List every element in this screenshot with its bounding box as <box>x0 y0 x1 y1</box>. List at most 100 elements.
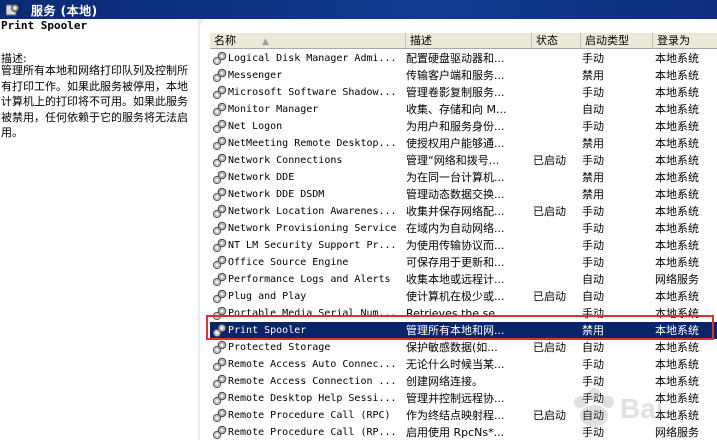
service-name-cell: Messenger <box>228 70 283 81</box>
service-description-cell: 在域内为自动网络... <box>406 222 505 235</box>
service-description-cell: 使授权用户能够通... <box>406 137 505 150</box>
service-status-cell <box>533 220 579 237</box>
service-status-cell: 已启动 <box>533 154 566 167</box>
service-name-cell: Microsoft Software Shadow... <box>228 87 397 98</box>
service-description-cell: 为使用传输协议而... <box>406 239 505 252</box>
table-row[interactable]: Logical Disk Manager Admi... 配置硬盘驱动器和... 手… <box>210 50 717 67</box>
service-description-cell: Retrieves the se... <box>406 307 506 320</box>
table-row[interactable]: Network Provisioning Service 在域内为自动网络... 手… <box>210 220 717 237</box>
table-row[interactable]: Network DDE DSDM 管理动态数据交换... 禁用 本地系统 <box>210 186 717 203</box>
service-name-cell: Performance Logs and Alerts <box>228 274 391 285</box>
service-status-cell <box>533 322 579 339</box>
service-logon-cell: 本地系统 <box>655 307 699 320</box>
service-gear-icon <box>212 102 227 117</box>
service-gear-icon <box>212 136 227 151</box>
svg-text:Bai: Bai <box>620 393 664 424</box>
table-row[interactable]: Network DDE 为在同一台计算机... 禁用 本地系统 <box>210 169 717 186</box>
table-row[interactable]: Remote Access Auto Connec... 无论什么时候当某... 手… <box>210 356 717 373</box>
service-status-cell <box>533 50 579 67</box>
service-description-cell: 为用户和服务身份... <box>406 120 505 133</box>
service-startup-type-cell: 禁用 <box>582 69 604 82</box>
table-row[interactable]: Net Logon 为用户和服务身份... 手动 本地系统 <box>210 118 717 135</box>
service-logon-cell: 本地系统 <box>655 137 699 150</box>
service-description-cell: 收集本地或远程计... <box>406 273 505 286</box>
column-header-description[interactable]: 描述 <box>406 33 532 48</box>
service-description-cell: 配置硬盘驱动器和... <box>406 52 505 65</box>
table-row[interactable]: Protected Storage 保护敏感数据(如... 已启动 自动 本地系统 <box>210 339 717 356</box>
service-gear-icon <box>212 68 227 83</box>
service-logon-cell: 本地系统 <box>655 341 699 354</box>
service-logon-cell: 本地系统 <box>655 358 699 371</box>
service-gear-icon <box>212 170 227 185</box>
service-gear-icon <box>212 340 227 355</box>
window-title: 服务 (本地) <box>31 4 98 18</box>
service-startup-type-cell: 禁用 <box>582 137 604 150</box>
list-header: 名称 ▲ 描述 状态 启动类型 登录为 <box>210 33 717 49</box>
service-startup-type-cell: 手动 <box>582 52 604 65</box>
service-name-cell: Network Connections <box>228 155 343 166</box>
service-status-cell <box>533 254 579 271</box>
service-gear-icon <box>212 425 227 440</box>
service-gear-icon <box>212 306 227 321</box>
service-logon-cell: 本地系统 <box>655 256 699 269</box>
service-status-cell <box>533 118 579 135</box>
service-gear-icon <box>212 255 227 270</box>
service-startup-type-cell: 自动 <box>582 103 604 116</box>
service-status-cell <box>533 305 579 322</box>
service-gear-icon <box>212 272 227 287</box>
service-gear-icon <box>212 238 227 253</box>
service-gear-icon <box>212 221 227 236</box>
service-startup-type-cell: 手动 <box>582 307 604 320</box>
service-name-cell: Net Logon <box>228 121 283 132</box>
service-logon-cell: 本地系统 <box>655 103 699 116</box>
selected-service-name: Print Spooler <box>1 19 88 32</box>
service-logon-cell: 本地系统 <box>655 222 699 235</box>
service-logon-cell: 本地系统 <box>655 290 699 303</box>
service-startup-type-cell: 自动 <box>582 290 604 303</box>
service-description-cell: 作为终结点映射程... <box>406 409 505 422</box>
table-row[interactable]: Microsoft Software Shadow... 管理卷影复制服务... 手… <box>210 84 717 101</box>
service-startup-type-cell: 手动 <box>582 86 604 99</box>
service-description-cell: 管理并控制远程协... <box>406 392 505 405</box>
column-header-startup-type[interactable]: 启动类型 <box>581 33 653 48</box>
service-logon-cell: 本地系统 <box>655 86 699 99</box>
service-name-cell: Remote Desktop Help Sessi... <box>228 393 397 404</box>
table-row[interactable]: NetMeeting Remote Desktop... 使授权用户能够通... 禁… <box>210 135 717 152</box>
service-name-cell: Remote Access Auto Connec... <box>228 359 397 370</box>
service-logon-cell: 本地系统 <box>655 52 699 65</box>
service-name-cell: Remote Procedure Call (RP... <box>228 427 397 438</box>
table-row[interactable]: Plug and Play 使计算机在极少或... 已启动 自动 本地系统 <box>210 288 717 305</box>
service-description-cell: 管理卷影复制服务... <box>406 86 505 99</box>
table-row[interactable]: Network Connections 管理“网络和拨号... 已启动 手动 本地系统 <box>210 152 717 169</box>
table-row[interactable]: Network Location Awarenes... 收集并保存网络配... 已… <box>210 203 717 220</box>
service-description-cell: 为在同一台计算机... <box>406 171 505 184</box>
column-header-logon-as[interactable]: 登录为 <box>653 33 717 48</box>
service-logon-cell: 本地系统 <box>655 239 699 252</box>
table-row-selected[interactable]: Print Spooler 管理所有本地和网... 禁用 本地系统 <box>210 322 717 339</box>
title-bar: 服务 (本地) <box>0 0 717 19</box>
service-status-cell <box>533 271 579 288</box>
column-header-name[interactable]: 名称 ▲ <box>210 33 406 48</box>
table-row[interactable]: Performance Logs and Alerts 收集本地或远程计... 自动… <box>210 271 717 288</box>
service-description-cell: 无论什么时候当某... <box>406 358 505 371</box>
service-name-cell: Remote Procedure Call (RPC) <box>228 410 391 421</box>
column-header-status[interactable]: 状态 <box>532 33 581 48</box>
table-row[interactable]: Portable Media Serial Num... Retrieves th… <box>210 305 717 322</box>
service-name-cell: Portable Media Serial Num... <box>228 308 397 319</box>
service-description-cell: 创建网络连接。 <box>406 375 483 388</box>
service-logon-cell: 本地系统 <box>655 188 699 201</box>
service-gear-icon <box>212 357 227 372</box>
service-logon-cell: 本地系统 <box>655 69 699 82</box>
service-name-cell: Plug and Play <box>228 291 307 302</box>
services-list: 名称 ▲ 描述 状态 启动类型 登录为 Logical Disk Manager … <box>200 19 717 440</box>
service-status-cell: 已启动 <box>533 205 566 218</box>
service-description: 管理所有本地和网络打印队列及控制所有打印工作。如果此服务被停用，本地计算机上的打… <box>1 64 188 139</box>
service-name-cell: Monitor Manager <box>228 104 319 115</box>
service-description-cell: 管理“网络和拨号... <box>406 154 500 167</box>
table-row[interactable]: NT LM Security Support Pr... 为使用传输协议而... 手… <box>210 237 717 254</box>
table-row[interactable]: Monitor Manager 收集、存储和向 M... 自动 本地系统 <box>210 101 717 118</box>
service-name-cell: Network DDE DSDM <box>228 189 325 200</box>
service-name-cell: Network Provisioning Service <box>228 223 397 234</box>
table-row[interactable]: Messenger 传输客户端和服务... 禁用 本地系统 <box>210 67 717 84</box>
table-row[interactable]: Office Source Engine 可保存用于更新和... 手动 本地系统 <box>210 254 717 271</box>
